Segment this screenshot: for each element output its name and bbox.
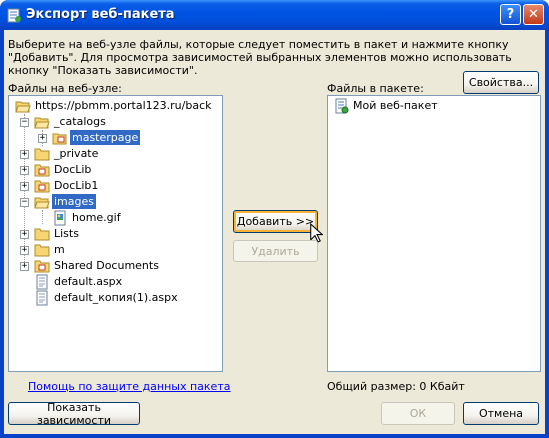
- total-size-label: Общий размер: 0 Кбайт: [327, 380, 465, 393]
- title-bar[interactable]: Экспорт веб-пакета ? ✕: [0, 0, 549, 30]
- add-button[interactable]: Добавить >>: [233, 210, 318, 233]
- tree-item-label: _private: [54, 147, 99, 160]
- folder-icon: [34, 244, 50, 257]
- document-library-icon: [34, 164, 50, 177]
- site-files-tree[interactable]: https://pbmm.portal123.ru/back − _catalo…: [8, 95, 223, 372]
- show-dependencies-button[interactable]: Показать зависимости: [8, 401, 140, 427]
- help-button[interactable]: ?: [500, 4, 521, 25]
- package-files-label: Файлы в пакете:: [327, 82, 424, 95]
- expand-icon[interactable]: +: [20, 262, 29, 271]
- window-title: Экспорт веб-пакета: [26, 7, 175, 22]
- tree-item-label: default_копия(1).aspx: [54, 291, 178, 304]
- tree-item-label: _catalogs: [54, 115, 106, 128]
- tree-item-m[interactable]: + m: [9, 242, 219, 258]
- tree-item-doclib1[interactable]: + DocLib1: [9, 178, 219, 194]
- tree-item-catalogs[interactable]: − _catalogs: [9, 114, 219, 130]
- folder-open-icon: [34, 117, 50, 129]
- properties-button[interactable]: Свойства...: [463, 71, 539, 94]
- tree-item-label: default.aspx: [54, 275, 123, 288]
- tree-item-home-gif[interactable]: home.gif: [9, 210, 219, 226]
- document-library-icon: [34, 180, 50, 193]
- tree-item-shared-documents[interactable]: + Shared Documents: [9, 258, 219, 274]
- tree-item-doclib[interactable]: + DocLib: [9, 162, 219, 178]
- tree-item-lists[interactable]: + Lists: [9, 226, 219, 242]
- tree-item-label: m: [54, 243, 65, 256]
- page-file-icon: [36, 290, 48, 306]
- tree-item-label: Shared Documents: [54, 259, 159, 272]
- folder-icon: [34, 148, 50, 161]
- package-files-list[interactable]: Мой веб-пакет: [327, 95, 541, 372]
- expand-icon[interactable]: +: [20, 246, 29, 255]
- package-item[interactable]: Мой веб-пакет: [328, 98, 538, 114]
- tree-item-label: masterpage: [70, 130, 141, 145]
- cancel-button[interactable]: Отмена: [463, 402, 539, 425]
- collapse-icon[interactable]: −: [20, 198, 29, 207]
- tree-item-label: https://pbmm.portal123.ru/back: [35, 99, 212, 112]
- collapse-icon[interactable]: −: [20, 118, 29, 127]
- window-frame-right: [545, 30, 549, 438]
- ok-button[interactable]: ОК: [381, 402, 455, 425]
- folder-open-icon: [34, 197, 50, 209]
- expand-icon[interactable]: +: [20, 230, 29, 239]
- expand-icon[interactable]: +: [20, 182, 29, 191]
- tree-item-label: DocLib1: [54, 179, 99, 192]
- tree-item-label: DocLib: [54, 163, 92, 176]
- remove-button[interactable]: Удалить: [233, 240, 318, 262]
- tree-item-default-copy-aspx[interactable]: default_копия(1).aspx: [9, 290, 219, 306]
- instruction-text: Выберите на веб-узле файлы, которые след…: [8, 38, 512, 77]
- tree-item-root[interactable]: https://pbmm.portal123.ru/back: [9, 98, 219, 114]
- web-package-icon: [335, 98, 349, 114]
- expand-icon[interactable]: +: [20, 166, 29, 175]
- export-web-package-dialog: Экспорт веб-пакета ? ✕ Выберите на веб-у…: [0, 0, 549, 438]
- tree-item-masterpage[interactable]: + masterpage: [9, 130, 219, 146]
- expand-icon[interactable]: +: [20, 150, 29, 159]
- web-package-icon: [7, 8, 21, 23]
- folder-icon: [34, 228, 50, 241]
- tree-item-label: images: [52, 194, 96, 209]
- tree-item-images[interactable]: − images: [9, 194, 219, 210]
- package-security-help-link[interactable]: Помощь по защите данных пакета: [28, 380, 230, 393]
- window-frame-bottom: [0, 434, 549, 438]
- tree-item-private[interactable]: + _private: [9, 146, 219, 162]
- folder-open-icon: [15, 101, 31, 113]
- tree-item-label: home.gif: [72, 211, 121, 224]
- tree-item-label: Lists: [54, 227, 79, 240]
- close-button[interactable]: ✕: [523, 4, 544, 25]
- site-folder-icon: [52, 133, 67, 145]
- package-item-label: Мой веб-пакет: [353, 99, 438, 112]
- site-files-label: Файлы на веб-узле:: [8, 82, 122, 95]
- expand-icon[interactable]: +: [38, 134, 47, 143]
- tree-item-default-aspx[interactable]: default.aspx: [9, 274, 219, 290]
- dialog-client-area: Выберите на веб-узле файлы, которые след…: [4, 30, 545, 434]
- page-file-icon: [36, 274, 48, 290]
- image-file-icon: [54, 210, 66, 226]
- document-library-icon: [34, 260, 50, 273]
